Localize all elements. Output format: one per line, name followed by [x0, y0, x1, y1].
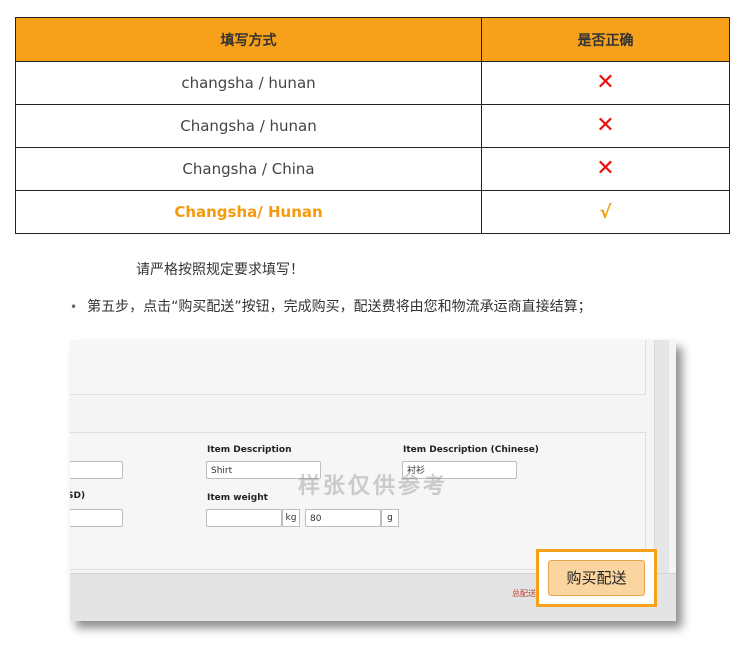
- g-unit: g: [381, 509, 399, 527]
- weight-g-input[interactable]: 80: [305, 509, 381, 527]
- scrollbar[interactable]: [654, 340, 669, 573]
- format-cell: Changsha/ Hunan: [15, 190, 482, 234]
- partial-input-2[interactable]: [70, 509, 123, 527]
- cross-icon: ✕: [596, 70, 615, 95]
- buy-shipping-button[interactable]: 购买配送: [548, 560, 645, 596]
- partial-label: SD): [70, 491, 86, 501]
- cross-icon: ✕: [596, 156, 615, 181]
- table-row: Changsha / hunan ✕: [15, 104, 730, 148]
- item-weight-label: Item weight: [207, 493, 268, 503]
- header-format: 填写方式: [15, 17, 482, 62]
- result-cell: √: [481, 190, 730, 234]
- format-cell: changsha / hunan: [15, 61, 482, 105]
- strict-note: 请严格按照规定要求填写！: [136, 262, 304, 278]
- item-description-cn-label: Item Description (Chinese): [403, 445, 539, 455]
- format-table: 填写方式 是否正确 changsha / hunan ✕ Changsha / …: [15, 17, 730, 234]
- weight-kg-input[interactable]: [206, 509, 282, 527]
- buy-button-highlight: 购买配送: [536, 549, 657, 607]
- watermark: 样张仅供参考: [298, 474, 449, 499]
- result-cell: ✕: [481, 61, 730, 105]
- upper-panel: [70, 340, 646, 395]
- kg-unit: kg: [282, 509, 300, 527]
- item-description-label: Item Description: [207, 445, 292, 455]
- step-five: • 第五步，点击“购买配送”按钮，完成购买，配送费将由您和物流承运商直接结算；: [70, 296, 592, 316]
- result-cell: ✕: [481, 104, 730, 148]
- bullet-icon: •: [70, 300, 78, 314]
- header-correct: 是否正确: [481, 17, 730, 62]
- table-row-correct: Changsha/ Hunan √: [15, 190, 730, 234]
- partial-input[interactable]: [70, 461, 123, 479]
- cross-icon: ✕: [596, 113, 615, 138]
- step-five-text: 第五步，点击“购买配送”按钮，完成购买，配送费将由您和物流承运商直接结算；: [87, 299, 592, 315]
- format-cell: Changsha / China: [15, 147, 482, 191]
- check-icon: √: [599, 201, 612, 223]
- result-cell: ✕: [481, 147, 730, 191]
- table-header-row: 填写方式 是否正确: [15, 17, 730, 62]
- table-row: Changsha / China ✕: [15, 147, 730, 191]
- format-cell: Changsha / hunan: [15, 104, 482, 148]
- table-row: changsha / hunan ✕: [15, 61, 730, 105]
